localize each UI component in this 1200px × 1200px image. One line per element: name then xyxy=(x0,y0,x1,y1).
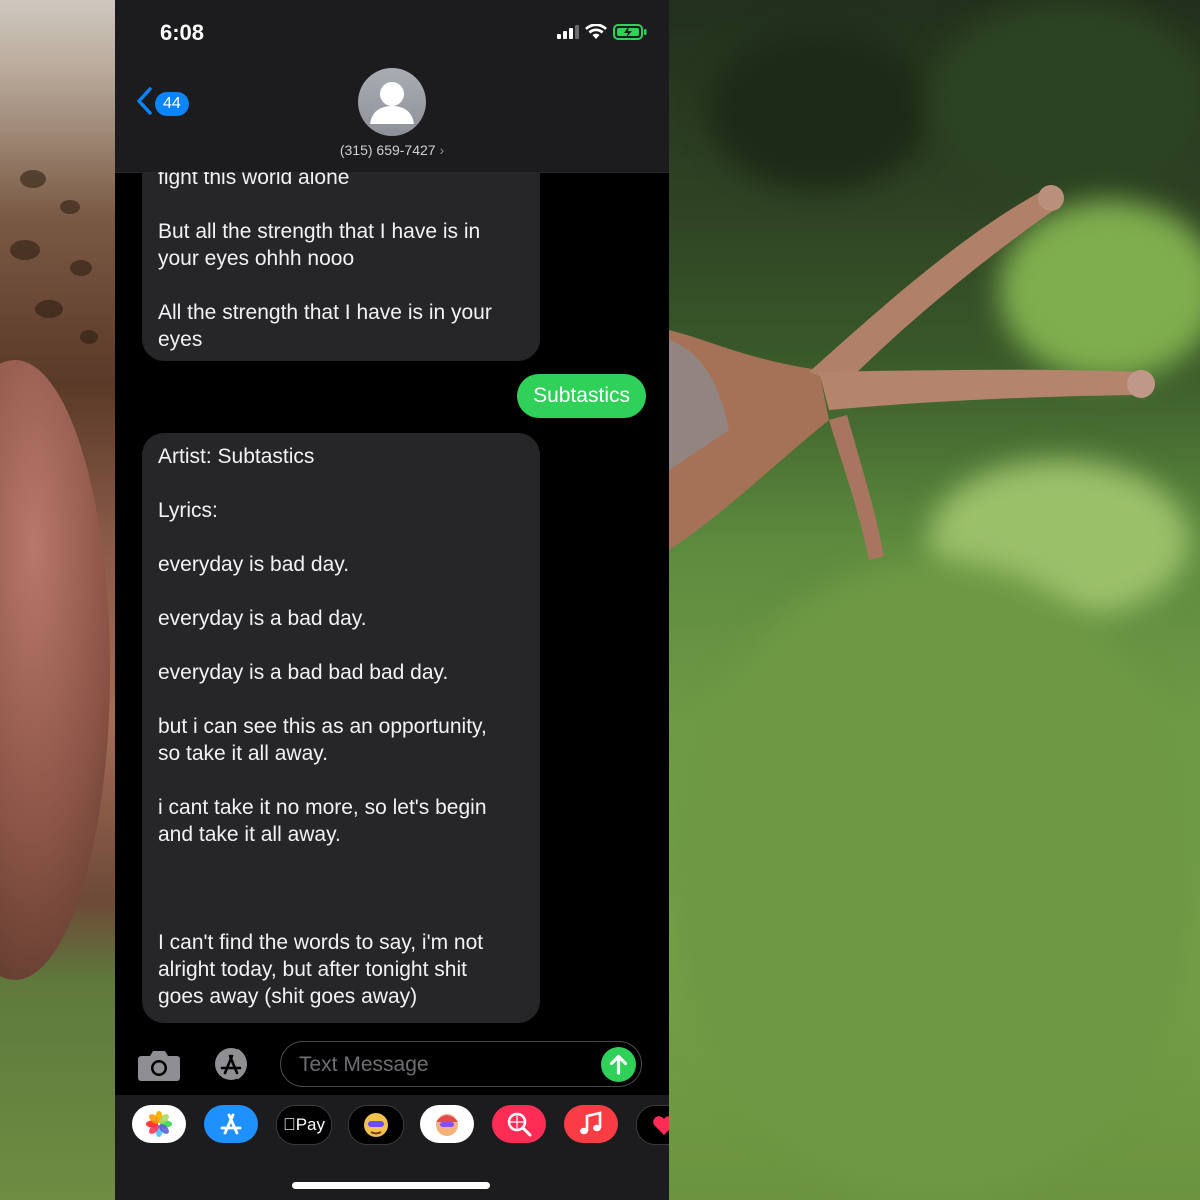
camera-icon[interactable] xyxy=(137,1048,181,1087)
unread-count-badge: 44 xyxy=(155,91,189,116)
messages-screen: 6:08 44 (315) 659-7427 › fight this worl… xyxy=(115,0,669,1200)
digital-touch-icon[interactable] xyxy=(636,1105,669,1145)
incoming-message[interactable]: fight this world alone But all the stren… xyxy=(142,172,540,361)
memoji-icon[interactable] xyxy=(348,1105,404,1145)
message-paragraph: everyday is a bad bad bad day. xyxy=(158,661,449,684)
message-paragraph: I can't find the words to say, i'm not a… xyxy=(158,931,484,1008)
send-button[interactable] xyxy=(601,1047,636,1082)
message-paragraph: But all the strength that I have is in y… xyxy=(158,220,481,270)
status-time: 6:08 xyxy=(160,20,205,45)
composer-bar xyxy=(115,1030,669,1095)
memoji-stickers-icon[interactable] xyxy=(420,1105,474,1143)
apple-pay-label: Pay xyxy=(289,1115,325,1134)
message-paragraph: but i can see this as an opportunity, so… xyxy=(158,715,487,765)
apple-pay-button[interactable]: Pay xyxy=(276,1105,332,1145)
contact-avatar[interactable] xyxy=(358,68,426,136)
message-input-field xyxy=(280,1041,642,1087)
arrow-up-icon xyxy=(609,1054,628,1075)
app-store-icon[interactable] xyxy=(204,1105,258,1143)
message-thread[interactable]: fight this world alone But all the stren… xyxy=(115,172,669,1027)
message-paragraph: i cant take it no more, so let's begin a… xyxy=(158,796,487,846)
contact-name-button[interactable]: (315) 659-7427 › xyxy=(115,142,669,158)
background-photo-right xyxy=(669,0,1200,1200)
app-store-icon[interactable] xyxy=(207,1046,257,1087)
conversation-header: 44 (315) 659-7427 › xyxy=(115,60,669,173)
message-input[interactable] xyxy=(297,1052,591,1078)
status-bar: 6:08 xyxy=(115,0,669,60)
background-photo-left xyxy=(0,0,115,1200)
photos-icon[interactable] xyxy=(132,1105,186,1143)
message-paragraph: everyday is a bad day. xyxy=(158,607,367,630)
search-images-icon[interactable] xyxy=(492,1105,546,1143)
battery-charging-icon xyxy=(613,24,647,45)
message-paragraph: All the strength that I have is in your … xyxy=(158,301,492,351)
message-text: Subtastics xyxy=(533,384,630,407)
message-paragraph: everyday is bad day. xyxy=(158,553,350,576)
person-icon xyxy=(370,82,414,124)
apple-logo-icon:  xyxy=(283,1115,296,1135)
contact-number: (315) 659-7427 xyxy=(339,142,436,158)
message-paragraph: Artist: Subtastics xyxy=(158,445,315,468)
message-paragraph: fight this world alone xyxy=(158,172,350,189)
incoming-message[interactable]: Artist: Subtastics Lyrics: everyday is b… xyxy=(142,433,540,1023)
music-icon[interactable] xyxy=(564,1105,618,1143)
chevron-left-icon xyxy=(135,86,153,121)
wifi-icon xyxy=(585,23,607,45)
message-paragraph: Lyrics: xyxy=(158,499,218,522)
back-button[interactable]: 44 xyxy=(135,86,189,121)
outgoing-message[interactable]: Subtastics xyxy=(517,374,646,418)
chevron-right-icon: › xyxy=(439,142,445,158)
home-indicator[interactable] xyxy=(292,1182,490,1189)
cellular-signal-icon xyxy=(557,25,579,44)
